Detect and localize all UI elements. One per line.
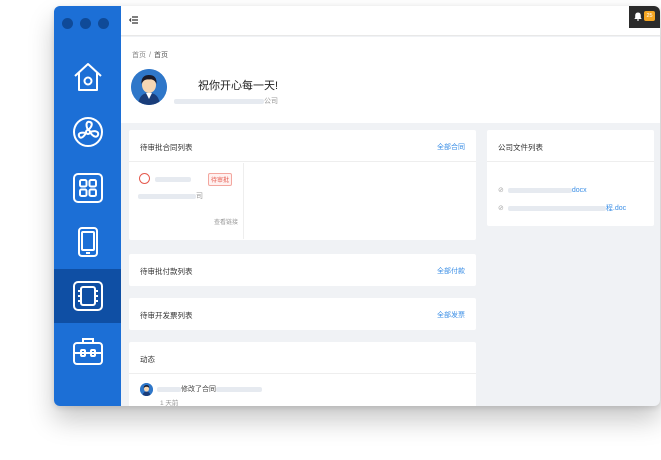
redacted-text: [216, 386, 262, 392]
main-content: 25 首页 / 首页 祝你开心每一天! 公司 待审批合同列表 全部合同 待审批 …: [121, 6, 660, 406]
file-name-suffix: docx: [571, 187, 587, 194]
card-header: 动态: [129, 342, 476, 374]
sidebar-item-fan[interactable]: [54, 105, 121, 159]
file-name-suffix: 程.doc: [605, 205, 627, 212]
redacted-text: [138, 193, 196, 199]
window-maximize-button[interactable]: [98, 18, 109, 29]
avatar[interactable]: [131, 69, 167, 105]
bell-icon: [634, 12, 642, 21]
redacted-text: [157, 386, 181, 392]
fan-icon: [72, 117, 103, 147]
activity-time: 1 天前: [160, 400, 179, 406]
redacted-text: [507, 187, 572, 193]
sidebar-item-apps[interactable]: [54, 161, 121, 215]
sidebar-item-tablet[interactable]: [54, 215, 121, 269]
all-contracts-link[interactable]: 全部合同: [437, 142, 465, 152]
redacted-text: [174, 98, 264, 104]
company-name: 公司: [174, 96, 278, 106]
grid-icon: [72, 173, 103, 203]
welcome-header: 首页 / 首页 祝你开心每一天! 公司: [121, 37, 660, 123]
breadcrumb-separator: /: [149, 52, 151, 59]
breadcrumb-item-current: 首页: [153, 52, 168, 59]
activity-text: 修改了合同: [157, 384, 262, 394]
redacted-text: [507, 205, 606, 211]
contract-icon: [139, 173, 150, 184]
greeting-text: 祝你开心每一天!: [198, 80, 279, 92]
invoice-approval-card: 待审开发票列表 全部发票: [129, 298, 476, 330]
sidebar: [54, 6, 121, 406]
chip-icon: [72, 281, 103, 311]
notification-button[interactable]: 25: [629, 6, 660, 28]
contract-name-suffix: 司: [196, 193, 203, 200]
window-controls: [62, 18, 109, 29]
user-avatar-icon: [131, 69, 167, 105]
all-invoices-link[interactable]: 全部发票: [437, 310, 465, 320]
app-window: 25 首页 / 首页 祝你开心每一天! 公司 待审批合同列表 全部合同 待审批 …: [54, 6, 660, 406]
paperclip-icon: ⊘: [498, 205, 504, 212]
file-item[interactable]: ⊘ docx: [498, 186, 587, 194]
contract-name: 司: [138, 191, 203, 201]
view-link[interactable]: 查看链接: [214, 217, 238, 226]
window-minimize-button[interactable]: [80, 18, 91, 29]
home-icon: [73, 63, 102, 91]
status-badge: 待审批: [208, 173, 233, 186]
payment-approval-card: 待审批付款列表 全部付款: [129, 254, 476, 286]
redacted-text: [155, 177, 191, 182]
user-avatar-icon: [140, 383, 153, 396]
sidebar-item-chip[interactable]: [54, 269, 121, 323]
toolbox-icon: [72, 338, 103, 365]
sidebar-item-home[interactable]: [54, 50, 121, 104]
menu-toggle-icon[interactable]: [129, 15, 139, 25]
card-title: 待审批付款列表: [140, 267, 193, 276]
card-title: 动态: [140, 355, 155, 364]
avatar: [140, 383, 153, 396]
company-files-card: 公司文件列表 ⊘ docx ⊘ 程.doc: [487, 130, 654, 226]
breadcrumb-item-home[interactable]: 首页: [132, 52, 146, 59]
card-header: 公司文件列表: [487, 130, 654, 162]
paperclip-icon: ⊘: [498, 187, 504, 194]
sidebar-item-toolbox[interactable]: [54, 324, 121, 378]
file-item[interactable]: ⊘ 程.doc: [498, 203, 626, 213]
card-title: 公司文件列表: [498, 143, 543, 152]
card-title: 待审批合同列表: [140, 143, 193, 152]
activity-action: 修改了合同: [181, 386, 216, 393]
card-title: 待审开发票列表: [140, 311, 193, 320]
card-header: 待审批合同列表 全部合同: [129, 130, 476, 162]
breadcrumb: 首页 / 首页: [132, 50, 168, 60]
window-close-button[interactable]: [62, 18, 73, 29]
notification-badge: 25: [644, 11, 655, 21]
contract-item[interactable]: 待审批 司 查看链接: [130, 163, 244, 239]
contract-approval-card: 待审批合同列表 全部合同 待审批 司 查看链接: [129, 130, 476, 240]
company-name-suffix: 公司: [264, 98, 278, 105]
all-payments-link[interactable]: 全部付款: [437, 266, 465, 276]
tablet-icon: [77, 227, 98, 257]
activity-card: 动态 修改了合同 1 天前: [129, 342, 476, 406]
top-bar: 25: [121, 6, 660, 36]
